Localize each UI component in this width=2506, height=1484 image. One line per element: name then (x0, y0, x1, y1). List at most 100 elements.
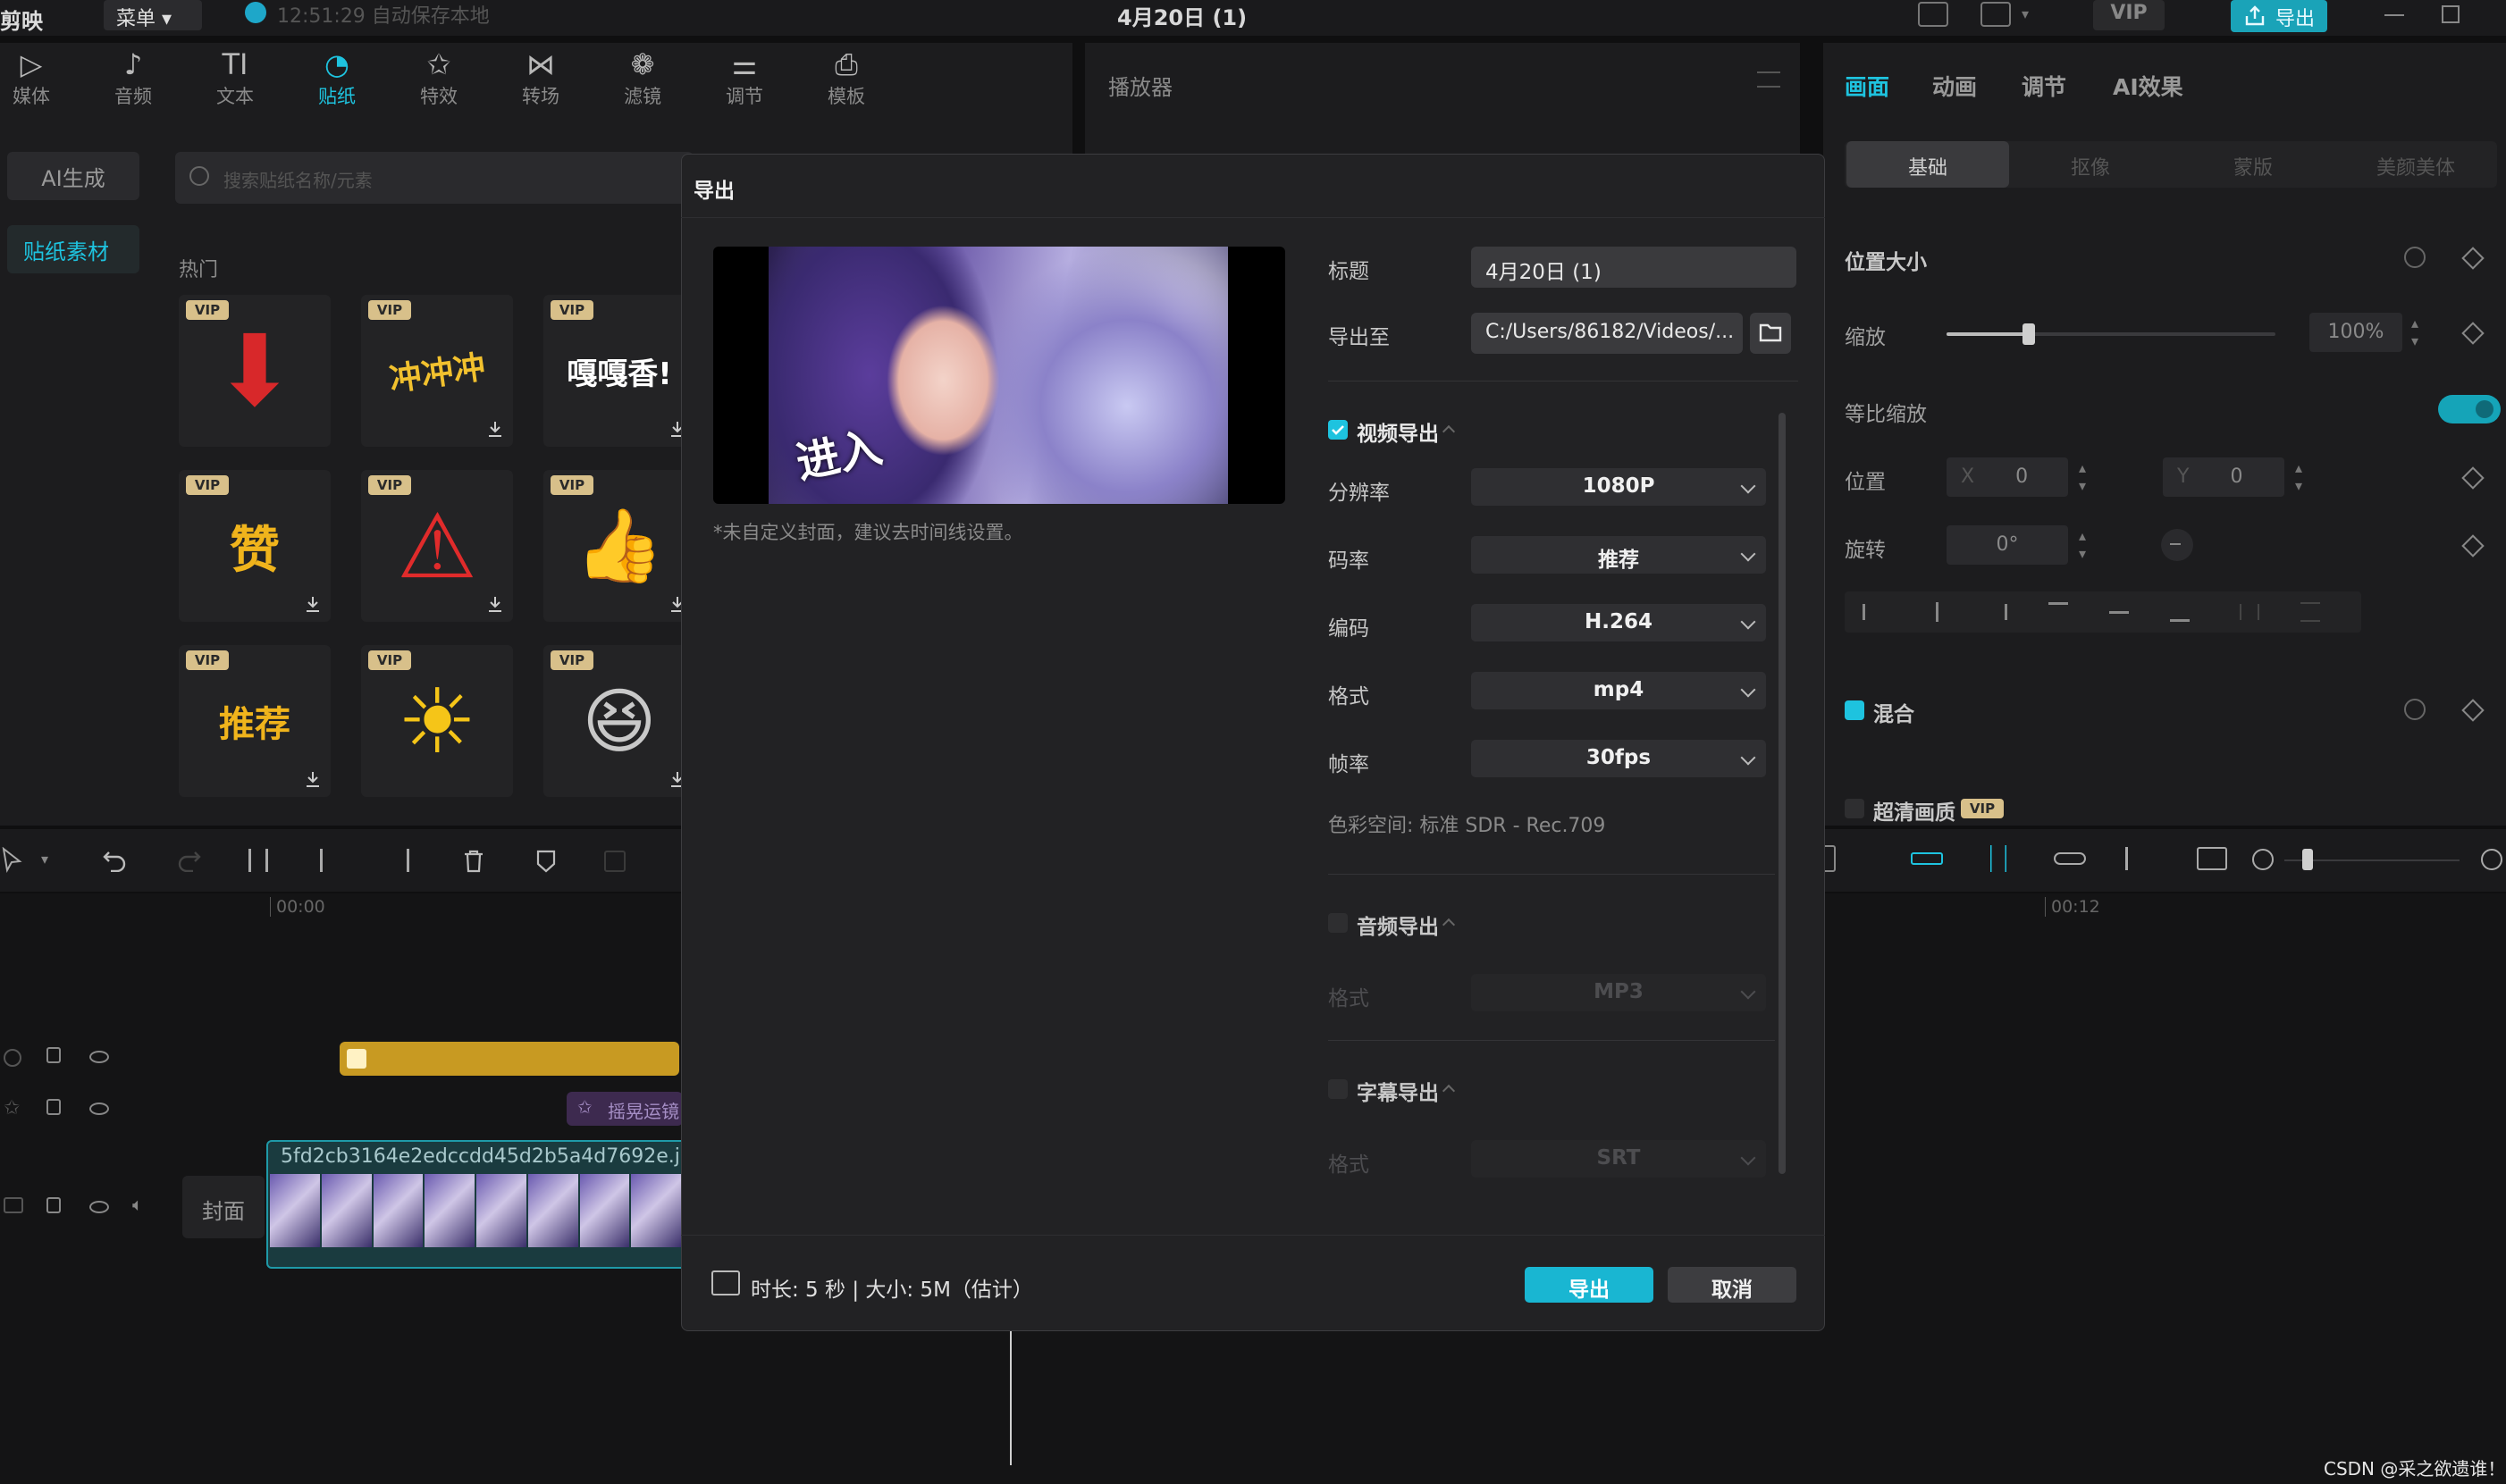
framerate-select[interactable]: 30fps (1471, 740, 1766, 777)
main-menu-button[interactable]: 菜单 ▾ (104, 0, 202, 30)
delete-icon[interactable] (461, 849, 486, 874)
minimize-icon[interactable] (2384, 14, 2404, 16)
scale-stepper-icon[interactable]: ▴ ▾ (2411, 314, 2418, 350)
x-stepper-icon[interactable]: ▴ ▾ (2079, 459, 2086, 495)
sticker-tile[interactable]: 赞 VIP (179, 470, 331, 622)
tab-adjust[interactable]: ⚌ 调节 (704, 46, 785, 109)
subtab-beauty[interactable]: 美颜美体 (2334, 141, 2497, 188)
reset-icon[interactable] (2404, 699, 2426, 720)
undo-icon[interactable] (102, 849, 129, 872)
tab-audio[interactable]: ♪ 音频 (93, 46, 173, 109)
rotate-dial[interactable] (2161, 529, 2193, 561)
export-button-top[interactable]: 导出 (2231, 0, 2327, 32)
keyboard-icon[interactable] (1918, 2, 1948, 27)
tab-adjust-props[interactable]: 调节 (2022, 70, 2066, 102)
screen-icon[interactable] (2197, 847, 2227, 870)
title-input[interactable]: 4月20日 (1) (1471, 247, 1796, 288)
distribute-v-icon[interactable] (2300, 602, 2320, 622)
eye-icon[interactable] (89, 1051, 109, 1063)
sticker-clip[interactable] (340, 1042, 679, 1076)
lock-icon[interactable] (46, 1197, 61, 1213)
subtab-cutout[interactable]: 抠像 (2009, 141, 2172, 188)
uniform-scale-toggle[interactable] (2438, 395, 2501, 423)
sticker-tile[interactable]: ⬇ VIP (179, 295, 331, 447)
scale-input[interactable]: 100% (2309, 313, 2402, 352)
hd-quality-checkbox[interactable] (1845, 799, 1864, 818)
sticker-tile[interactable]: 👍 VIP (543, 470, 695, 622)
browse-folder-button[interactable] (1750, 313, 1791, 354)
redo-icon[interactable] (175, 849, 202, 872)
distribute-h-icon[interactable] (2240, 604, 2259, 620)
subtab-basic[interactable]: 基础 (1846, 141, 2009, 188)
tab-templates[interactable]: ⎙ 模板 (806, 46, 887, 109)
tab-transitions[interactable]: ⋈ 转场 (500, 46, 581, 109)
rotate-input[interactable]: 0° (1947, 525, 2068, 565)
position-x-input[interactable]: X0 (1947, 457, 2068, 497)
audio-format-select[interactable]: MP3 (1471, 974, 1766, 1011)
align-center-h-icon[interactable] (1936, 602, 1955, 622)
subtab-mask[interactable]: 蒙版 (2172, 141, 2334, 188)
freeze-icon[interactable] (604, 851, 626, 872)
download-icon[interactable] (484, 593, 506, 615)
split-left-icon[interactable] (320, 849, 338, 872)
eye-icon[interactable] (89, 1201, 109, 1213)
lock-icon[interactable] (46, 1047, 61, 1063)
scale-slider-handle[interactable] (2022, 323, 2035, 345)
cancel-button[interactable]: 取消 (1668, 1267, 1796, 1303)
subtitle-export-checkbox[interactable] (1328, 1079, 1348, 1099)
select-cursor-icon[interactable] (0, 847, 25, 874)
tab-picture[interactable]: 画面 (1845, 70, 1889, 102)
resolution-select[interactable]: 1080P (1471, 468, 1766, 506)
playhead[interactable] (1010, 1331, 1012, 1465)
sticker-tile[interactable]: 😆 VIP (543, 645, 695, 797)
player-menu-icon[interactable] (1757, 71, 1780, 88)
tab-stickers[interactable]: ◔ 贴纸 (297, 46, 377, 109)
tab-effects[interactable]: ✩ 特效 (399, 46, 479, 109)
zoom-out-icon[interactable] (2252, 849, 2274, 870)
export-button[interactable]: 导出 (1525, 1267, 1653, 1303)
download-icon[interactable] (302, 768, 324, 790)
split-right-icon[interactable] (391, 849, 409, 872)
align-left-icon[interactable] (1863, 604, 1882, 620)
tab-filters[interactable]: ❁ 滤镜 (602, 46, 683, 109)
marker-icon[interactable] (534, 849, 558, 874)
blend-checkbox[interactable] (1845, 700, 1864, 720)
export-settings-scrollbar[interactable] (1779, 413, 1786, 1174)
effect-clip[interactable]: ✩ 摇晃运镜 (567, 1092, 683, 1126)
zoom-in-icon[interactable] (2481, 849, 2502, 870)
align-bottom-icon[interactable] (2170, 602, 2190, 622)
subtitle-format-select[interactable]: SRT (1471, 1140, 1766, 1178)
layout-icon[interactable] (1980, 2, 2011, 27)
vip-button[interactable]: VIP (2093, 0, 2165, 30)
sticker-tile[interactable]: 推荐 VIP (179, 645, 331, 797)
reset-icon[interactable] (2404, 247, 2426, 268)
sticker-tile[interactable]: 嘎嘎香! VIP (543, 295, 695, 447)
sidebar-item-ai-generate[interactable]: AI生成 (7, 152, 139, 200)
sidebar-item-sticker-library[interactable]: 贴纸素材 (7, 225, 139, 273)
download-icon[interactable] (302, 593, 324, 615)
link-icon[interactable] (2054, 852, 2086, 865)
video-export-checkbox[interactable] (1328, 420, 1348, 440)
audio-export-checkbox[interactable] (1328, 913, 1348, 933)
lock-icon[interactable] (46, 1099, 61, 1115)
cover-button[interactable]: 封面 (182, 1176, 265, 1238)
export-path-input[interactable]: C:/Users/86182/Videos/... (1471, 313, 1743, 354)
download-icon[interactable] (484, 418, 506, 440)
eye-icon[interactable] (89, 1103, 109, 1115)
speaker-icon[interactable]: 🔈︎ (132, 1194, 143, 1215)
bitrate-select[interactable]: 推荐 (1471, 536, 1766, 574)
tab-text[interactable]: TI 文本 (195, 46, 275, 109)
sticker-tile[interactable]: ⚠ VIP (361, 470, 513, 622)
align-right-icon[interactable] (1988, 604, 2007, 620)
sticker-tile[interactable]: ☀ VIP (361, 645, 513, 797)
format-select[interactable]: mp4 (1471, 672, 1766, 709)
scale-slider[interactable] (1947, 323, 2275, 345)
sticker-search-input[interactable]: 搜索贴纸名称/元素 (175, 152, 694, 204)
snap-icon[interactable] (1911, 852, 1943, 865)
zoom-slider-handle[interactable] (2302, 849, 2313, 870)
y-stepper-icon[interactable]: ▴ ▾ (2295, 459, 2302, 495)
position-y-input[interactable]: Y0 (2163, 457, 2284, 497)
tab-media[interactable]: ▷ 媒体 (0, 46, 71, 109)
split-icon[interactable] (248, 849, 268, 872)
sticker-tile[interactable]: 冲冲冲 VIP (361, 295, 513, 447)
